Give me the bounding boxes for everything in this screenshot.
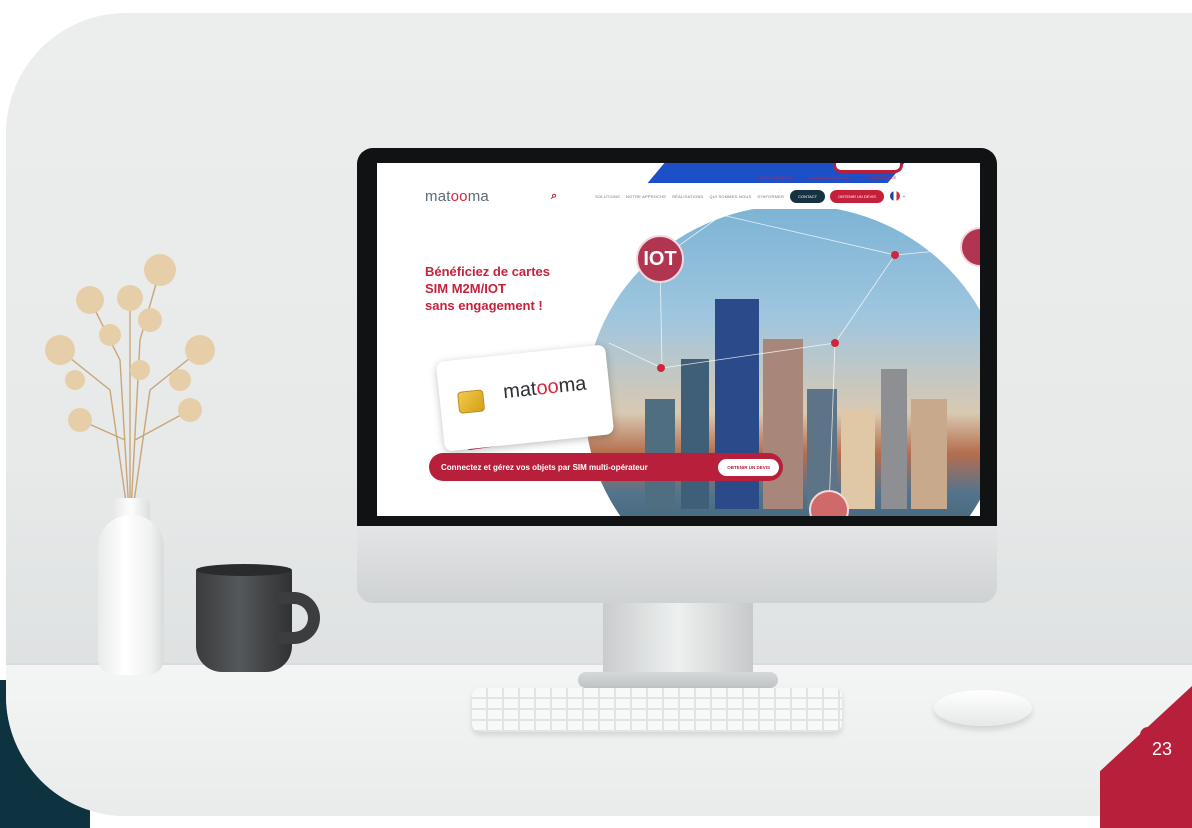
network-node [657,364,665,372]
mouse [934,690,1032,726]
account-link[interactable]: ☺ MON ESPACE [865,175,897,180]
search-icon[interactable]: ⌕ [551,190,557,203]
contact-button[interactable]: CONTACT [790,189,826,203]
site-logo[interactable]: matooma [425,188,489,205]
page-number: 23 [1140,727,1184,771]
imac-chin [357,526,997,603]
menu-item-sinformer[interactable]: S'INFORMER [757,194,784,199]
menu-item-approche[interactable]: NOTRE APPROCHE [626,194,666,199]
menu-item-qui-sommes-nous[interactable]: QUI SOMMES-NOUS [709,194,751,199]
main-navbar: matooma ⌕ SOLUTIONS NOTRE APPROCHE RÉALI… [405,183,973,209]
sim-logo-oo: oo [535,375,560,400]
account-label: MON ESPACE [869,175,897,180]
keyboard [472,688,842,732]
cta-banner: Connectez et gérez vos objets par SIM mu… [429,453,783,481]
network-node [891,251,899,259]
imac-stand-base [578,672,778,688]
menu-item-solutions[interactable]: SOLUTIONS [595,194,620,199]
desk-edge [6,663,1192,665]
mug-rim [196,564,292,576]
sim-card: matooma [435,344,615,452]
sim-logo: matooma [502,373,587,405]
quote-button[interactable]: OBTENIR UN DEVIS [830,189,884,203]
main-menu: SOLUTIONS NOTRE APPROCHE RÉALISATIONS QU… [595,194,784,199]
cta-text: Connectez et gérez vos objets par SIM mu… [441,462,648,472]
dried-flowers [45,254,215,530]
sim-logo-suffix: ma [557,372,588,398]
white-vase [98,515,164,675]
flag-fr-icon[interactable] [889,191,900,201]
network-node [831,339,839,347]
menu-item-realisations[interactable]: RÉALISATIONS [672,194,703,199]
phone-link[interactable]: +33 (0)4 84 56 07 42 [757,175,794,180]
sim-logo-prefix: mat [502,377,538,404]
sim-chip-icon [457,389,486,414]
cta-quote-button[interactable]: OBTENIR UN DEVIS [718,458,779,476]
logo-prefix: mat [425,187,451,205]
hero-title: Bénéficiez de cartes SIM M2M/IOT sans en… [425,264,551,313]
email-link[interactable]: contact@matooma.com [808,175,850,180]
iot-badge: IOT [636,235,684,283]
logo-oo: oo [450,187,468,205]
logo-suffix: ma [467,187,489,205]
imac-stand [603,603,753,681]
top-contact-bar: +33 (0)4 84 56 07 42 contact@matooma.com… [757,175,896,180]
website-screen: +33 (0)4 84 56 07 42 contact@matooma.com… [377,163,980,516]
chevron-down-icon[interactable]: ⌄ [902,193,906,199]
